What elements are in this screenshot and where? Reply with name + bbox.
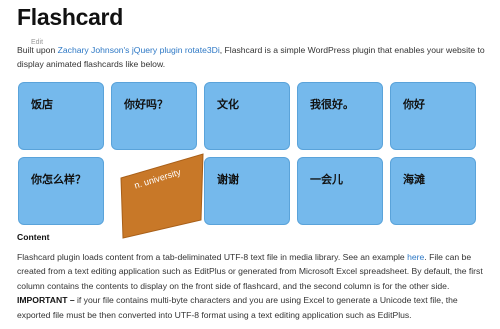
flashcard-1[interactable]: 饭店: [18, 82, 104, 150]
flashcard-4[interactable]: 我很好。: [297, 82, 383, 150]
flashcard-text: 海滩: [403, 173, 425, 186]
content-paragraph: Flashcard plugin loads content from a ta…: [17, 250, 489, 322]
content-p1-prefix: Flashcard plugin loads content from a ta…: [17, 252, 408, 262]
flashcard-flipped[interactable]: n. university: [119, 150, 205, 240]
flashcard-3[interactable]: 文化: [204, 82, 290, 150]
intro-prefix: Built upon: [17, 45, 58, 55]
flashcard-text: 你怎么样？: [31, 173, 86, 186]
flashcard-5[interactable]: 你好: [390, 82, 476, 150]
flipped-card-shape: [120, 153, 204, 239]
flashcard-6[interactable]: 你怎么样？: [18, 157, 104, 225]
flashcard-text: 文化: [217, 98, 239, 111]
flashcard-2[interactable]: 你好吗？: [111, 82, 197, 150]
flashcard-9[interactable]: 一会儿: [297, 157, 383, 225]
flashcard-text: 一会儿: [310, 173, 343, 186]
flashcard-8[interactable]: 谢谢: [204, 157, 290, 225]
important-text: if your file contains multi-byte charact…: [17, 295, 458, 320]
rotate3di-link[interactable]: Zachary Johnson's jQuery plugin rotate3D…: [58, 45, 220, 55]
flashcard-text: 饭店: [31, 98, 53, 111]
flashcard-text: 谢谢: [217, 173, 239, 186]
page-title: Flashcard: [17, 4, 123, 30]
flashcard-text: 我很好。: [310, 98, 354, 111]
flashcard-text: 你好: [403, 98, 425, 111]
content-heading: Content: [17, 232, 50, 242]
intro-paragraph: Built upon Zachary Johnson's jQuery plug…: [17, 43, 487, 71]
flashcard-text: 你好吗？: [124, 98, 168, 111]
important-label: IMPORTANT –: [17, 295, 75, 306]
example-link[interactable]: here: [407, 252, 424, 262]
flashcard-10[interactable]: 海滩: [390, 157, 476, 225]
